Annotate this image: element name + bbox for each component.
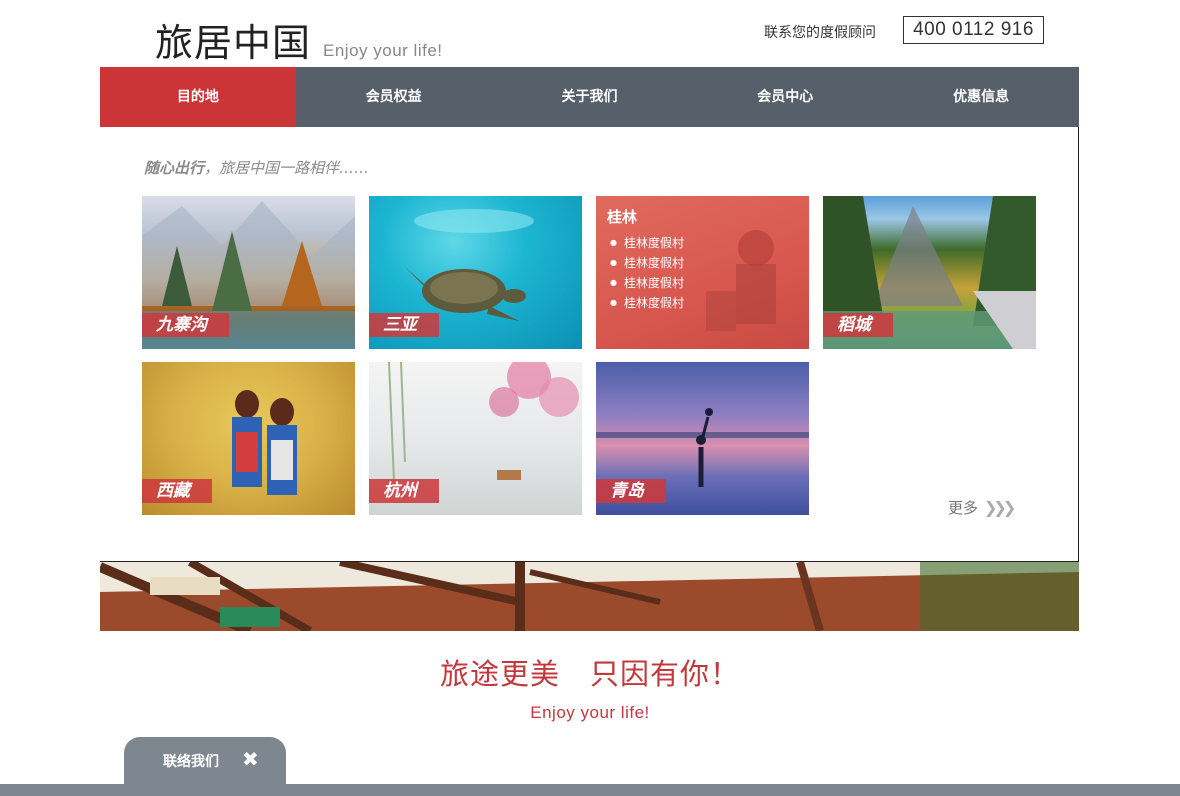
guilin-resort-item[interactable]: 桂林度假村	[610, 253, 684, 273]
nav-item-about-us[interactable]: 关于我们	[492, 67, 688, 127]
destination-tile-tibet[interactable]: 西藏	[142, 362, 355, 515]
logo-title: 旅居中国	[155, 21, 312, 65]
destination-tile-daocheng[interactable]: 稻城	[823, 196, 1036, 349]
destination-tile-jiuzhaigou[interactable]: 九寨沟	[142, 196, 355, 349]
footer-slogan-en: Enjoy your life!	[530, 703, 650, 722]
destination-label: 三亚	[369, 313, 439, 337]
site-logo[interactable]: 旅居中国 Enjoy your life!	[155, 12, 443, 67]
guilin-title: 桂林	[607, 208, 638, 226]
contact-advisor-label: 联系您的度假顾问	[764, 25, 876, 41]
tagline-rest: ，旅居中国一路相伴……	[204, 159, 370, 177]
nav-item-member-center[interactable]: 会员中心	[687, 67, 883, 127]
more-link[interactable]: 更多 ❯❯❯	[948, 497, 1016, 518]
destination-tile-sanya[interactable]: 三亚	[369, 196, 582, 349]
destination-label: 西藏	[142, 479, 212, 503]
phone-number[interactable]: 400 0112 916	[903, 16, 1044, 44]
guilin-resort-item[interactable]: 桂林度假村	[610, 233, 684, 253]
guilin-resort-list: 桂林度假村 桂林度假村 桂林度假村 桂林度假村	[610, 233, 684, 313]
tagline-bold: 随心出行	[144, 159, 205, 177]
resort-banner-image	[100, 562, 1079, 631]
guilin-resort-item[interactable]: 桂林度假村	[610, 293, 684, 313]
destination-tile-qingdao[interactable]: 青岛	[596, 362, 809, 515]
destination-label: 稻城	[823, 313, 893, 337]
destination-label: 杭州	[369, 479, 439, 503]
chevrons-right-icon: ❯❯❯	[984, 498, 1016, 517]
destination-label: 青岛	[596, 479, 666, 503]
more-label: 更多	[948, 499, 979, 517]
contact-us-tab[interactable]: 联络我们 ✖	[124, 737, 286, 789]
tagline: 随心出行，旅居中国一路相伴……	[144, 157, 369, 178]
main-nav: 目的地 会员权益 关于我们 会员中心 优惠信息	[100, 67, 1079, 136]
logo-subtitle: Enjoy your life!	[323, 41, 443, 60]
banner-art	[100, 562, 1079, 631]
nav-item-member-benefits[interactable]: 会员权益	[296, 67, 492, 127]
destination-tile-hangzhou[interactable]: 杭州	[369, 362, 582, 515]
destinations-panel: 随心出行，旅居中国一路相伴…… 九寨沟 三亚 桂林 桂林	[100, 127, 1079, 562]
destination-label: 九寨沟	[142, 313, 229, 337]
guilin-resort-item[interactable]: 桂林度假村	[610, 273, 684, 293]
footer-slogan: 旅途更美 只因有你！	[439, 657, 740, 691]
close-icon[interactable]: ✖	[242, 747, 259, 771]
destination-tile-guilin[interactable]: 桂林 桂林度假村 桂林度假村 桂林度假村 桂林度假村	[596, 196, 809, 349]
nav-item-promotions[interactable]: 优惠信息	[883, 67, 1079, 127]
nav-item-destinations[interactable]: 目的地	[100, 67, 296, 136]
bottom-bar	[0, 784, 1180, 796]
contact-us-label: 联络我们	[163, 754, 219, 770]
